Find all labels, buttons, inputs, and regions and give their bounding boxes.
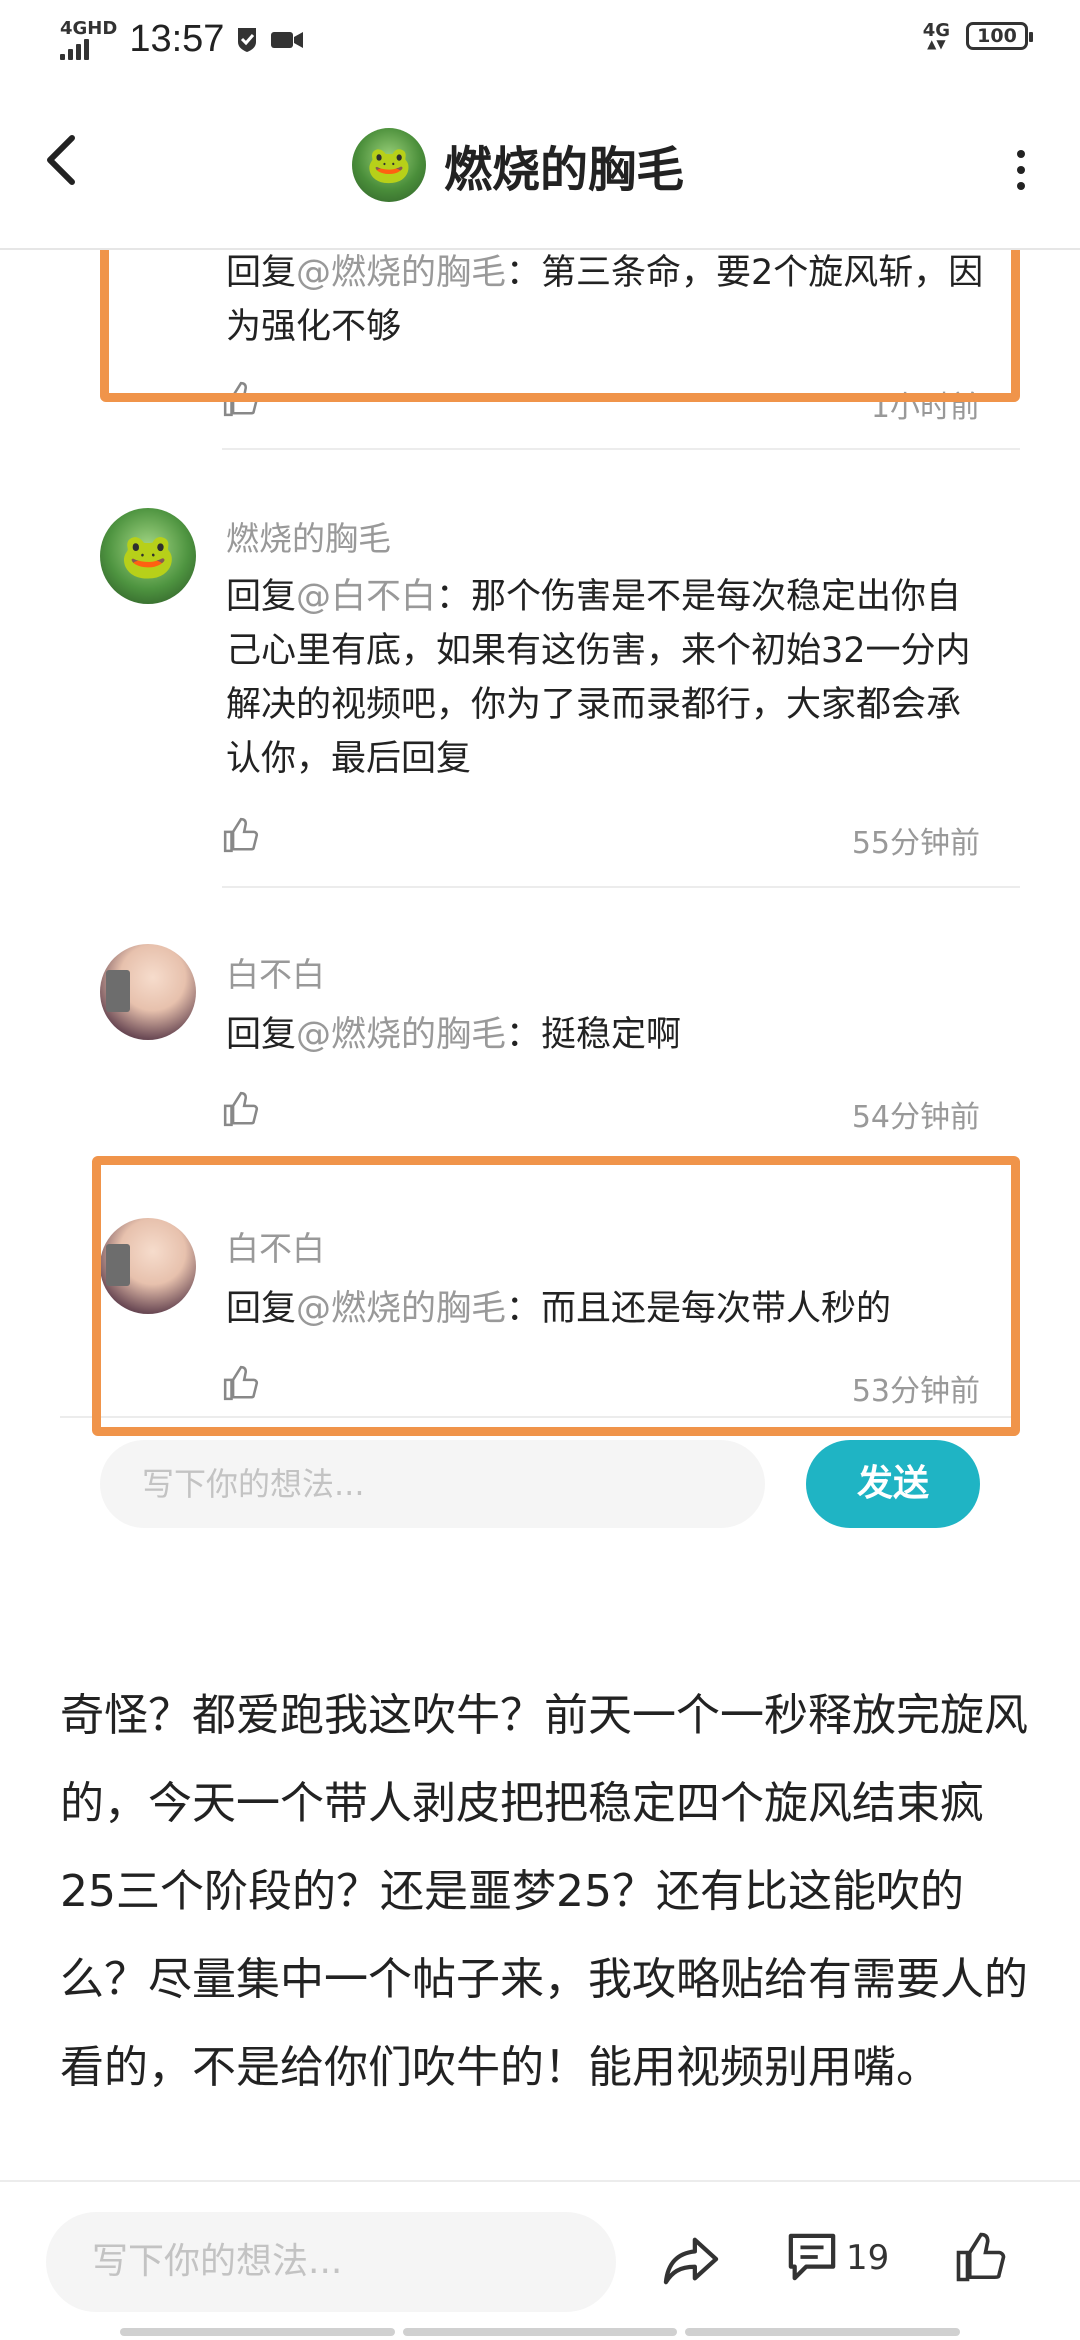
reply-prefix: 回复	[226, 577, 297, 617]
divider	[222, 886, 1020, 888]
status-bar: 4GHD 13:57 4G ▲▼ 100	[0, 0, 1080, 90]
status-right: 4G ▲▼ 100	[923, 22, 1033, 51]
author-avatar[interactable]: 🐸	[352, 128, 426, 202]
commenter-name[interactable]: 白不白	[226, 948, 325, 996]
thumbs-up-icon[interactable]	[222, 1090, 260, 1128]
battery-icon: 100	[966, 22, 1033, 50]
bottom-action-bar: 写下你的想法... 19	[0, 2180, 1080, 2340]
comment-text: 回复@燃烧的胸毛：挺稳定啊	[226, 1008, 986, 1062]
share-icon[interactable]	[662, 2234, 720, 2288]
shield-check-icon	[238, 27, 257, 52]
comment-icon[interactable]	[786, 2232, 838, 2282]
comment-time: 55分钟前	[851, 826, 980, 861]
network-type-right: 4G ▲▼	[923, 22, 950, 51]
video-camera-icon	[271, 31, 304, 48]
comment-body: ：挺稳定啊	[506, 1015, 682, 1055]
comment-count[interactable]: 19	[846, 2238, 889, 2278]
thumbs-up-icon[interactable]	[222, 816, 260, 854]
commenter-name[interactable]: 燃烧的胸毛	[226, 512, 391, 560]
status-left: 4GHD 13:57	[60, 18, 304, 61]
data-arrows-icon: ▲▼	[927, 37, 946, 51]
highlight-box	[100, 230, 1020, 402]
network-type-left: 4GHD	[60, 17, 118, 39]
header: 🐸 燃烧的胸毛	[0, 90, 1080, 250]
reply-input[interactable]: 写下你的想法...	[100, 1440, 765, 1528]
commenter-avatar[interactable]	[100, 944, 196, 1040]
page-title: 燃烧的胸毛	[444, 142, 685, 198]
comment-time: 54分钟前	[851, 1100, 980, 1135]
mention-link[interactable]: @燃烧的胸毛	[296, 1015, 506, 1055]
mention-link[interactable]: @白不白	[296, 577, 436, 617]
back-button[interactable]	[40, 130, 90, 200]
divider	[222, 448, 1020, 450]
more-options-button[interactable]	[1006, 140, 1036, 200]
more-vert-icon	[1017, 150, 1025, 158]
comment-text: 回复@白不白：那个伤害是不是每次稳定出你自己心里有底，如果有这伤害，来个初始32…	[226, 570, 986, 786]
highlight-box	[92, 1156, 1020, 1436]
back-arrow-icon	[47, 135, 75, 185]
commenter-avatar[interactable]: 🐸	[100, 508, 196, 604]
reply-prefix: 回复	[226, 1015, 297, 1055]
home-indicator	[120, 2328, 961, 2336]
bottom-comment-input[interactable]: 写下你的想法...	[46, 2212, 616, 2312]
post-body-text: 奇怪？都爱跑我这吹牛？前天一个一秒释放完旋风的，今天一个带人剥皮把把稳定四个旋风…	[60, 1690, 1028, 2093]
title-group[interactable]: 🐸 燃烧的胸毛	[352, 128, 684, 202]
status-time: 13:57	[129, 18, 225, 60]
signal-indicator: 4GHD	[60, 17, 118, 60]
thumbs-up-icon[interactable]	[954, 2230, 1008, 2284]
send-button[interactable]: 发送	[806, 1440, 980, 1528]
signal-bars-icon	[60, 38, 117, 60]
